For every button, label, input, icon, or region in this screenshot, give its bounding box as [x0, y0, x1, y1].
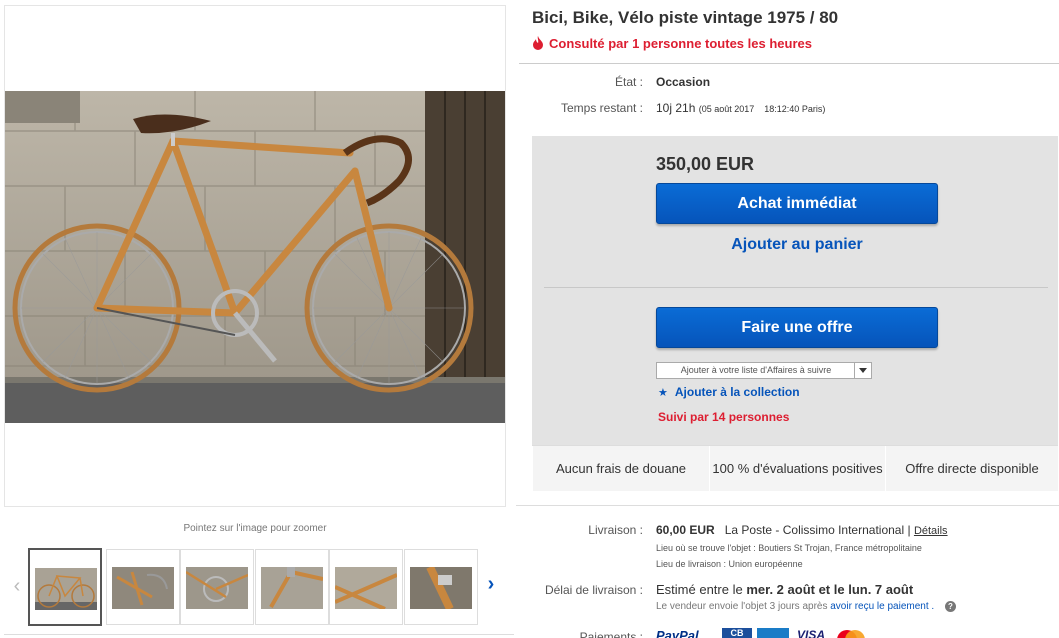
visa-logo: VISA: [796, 628, 825, 638]
feature-positive-feedback: 100 % d'évaluations positives: [710, 446, 885, 491]
zoom-hint: Pointez sur l'image pour zoomer: [183, 523, 327, 534]
divider: [544, 287, 1048, 288]
shipping-cost: 60,00 EUR: [656, 523, 715, 537]
main-image-frame[interactable]: [4, 5, 506, 507]
delivery-label: Délai de livraison :: [544, 583, 643, 597]
mastercard-logo: [834, 628, 868, 638]
star-icon: ★: [658, 387, 668, 399]
time-left-duration: 10j 21h: [656, 101, 696, 115]
shipping-service: La Poste - Colissimo International |: [724, 523, 911, 537]
watch-list-label[interactable]: Ajouter à votre liste d'Affaires à suivr…: [657, 365, 855, 375]
delivery-value: Estimé entre le mer. 2 août et le lun. 7…: [656, 582, 913, 597]
add-collection-label[interactable]: Ajouter à la collection: [675, 385, 800, 399]
thumbnail-5[interactable]: [329, 549, 403, 625]
item-location: Lieu où se trouve l'objet : Boutiers St …: [656, 543, 922, 553]
watch-list-dropdown[interactable]: Ajouter à votre liste d'Affaires à suivr…: [656, 362, 872, 379]
feature-no-customs: Aucun frais de douane: [533, 446, 709, 491]
delivery-dates: mer. 2 août et le lun. 7 août: [746, 582, 914, 597]
divider: [516, 505, 1059, 506]
make-offer-button[interactable]: Faire une offre: [656, 307, 938, 348]
listing-page: Pointez sur l'image pour zoomer ‹ › Bici…: [0, 0, 1059, 638]
price: 350,00 EUR: [656, 154, 755, 174]
shipping-value: 60,00 EUR La Poste - Colissimo Internati…: [656, 523, 948, 537]
dispatch-note: Le vendeur envoie l'objet 3 jours après: [656, 601, 828, 612]
buy-box: 350,00 EUR Achat immédiat Ajouter au pan…: [532, 136, 1058, 491]
feature-best-offer: Offre directe disponible: [886, 446, 1058, 491]
chevron-left-icon[interactable]: ‹: [8, 575, 26, 598]
maestro-logo: [757, 628, 789, 638]
divider: [4, 634, 514, 635]
end-date: (05 août 2017: [698, 104, 755, 114]
thumbnail-4[interactable]: [255, 549, 329, 625]
time-left-label: Temps restant :: [560, 101, 643, 115]
payment-received-link[interactable]: avoir reçu le paiement .: [830, 601, 934, 612]
paypal-logo: PayPal: [656, 628, 699, 638]
divider: [519, 63, 1059, 64]
thumbnail-1[interactable]: [28, 548, 102, 626]
dispatch-note-row: Le vendeur envoie l'objet 3 jours après …: [656, 601, 956, 612]
features-row: Aucun frais de douane 100 % d'évaluation…: [532, 445, 1058, 491]
add-to-cart-link[interactable]: Ajouter au panier: [656, 236, 938, 254]
condition-value: Occasion: [656, 75, 711, 89]
shipping-details-link[interactable]: Détails: [914, 525, 948, 537]
hot-text: Consulté par 1 personne toutes les heure…: [549, 36, 812, 51]
followers-count: Suivi par 14 personnes: [658, 410, 790, 424]
buy-now-button[interactable]: Achat immédiat: [656, 183, 938, 224]
bike-photo[interactable]: [5, 91, 505, 423]
flame-icon: [533, 36, 543, 50]
thumbnail-2[interactable]: [106, 549, 180, 625]
cb-logo: CB: [722, 628, 752, 638]
add-collection-link[interactable]: ★ Ajouter à la collection: [658, 385, 800, 399]
time-left-value: 10j 21h (05 août 2017 18:12:40 Paris): [656, 101, 825, 115]
ships-to: Lieu de livraison : Union européenne: [656, 559, 803, 569]
chevron-down-icon[interactable]: [854, 363, 871, 378]
thumbnail-6[interactable]: [404, 549, 478, 625]
shipping-label: Livraison :: [588, 523, 643, 537]
end-time: 18:12:40 Paris): [764, 104, 826, 114]
condition-label: État :: [614, 75, 643, 89]
chevron-right-icon[interactable]: ›: [482, 573, 500, 596]
delivery-prefix: Estimé entre le: [656, 582, 743, 597]
hot-indicator: Consulté par 1 personne toutes les heure…: [532, 36, 812, 51]
help-icon[interactable]: ?: [944, 601, 956, 612]
thumbnail-strip: ‹ ›: [8, 547, 504, 627]
item-title: Bici, Bike, Vélo piste vintage 1975 / 80: [532, 8, 839, 27]
payment-label: Paiements :: [579, 630, 643, 638]
thumbnail-3[interactable]: [180, 549, 254, 625]
